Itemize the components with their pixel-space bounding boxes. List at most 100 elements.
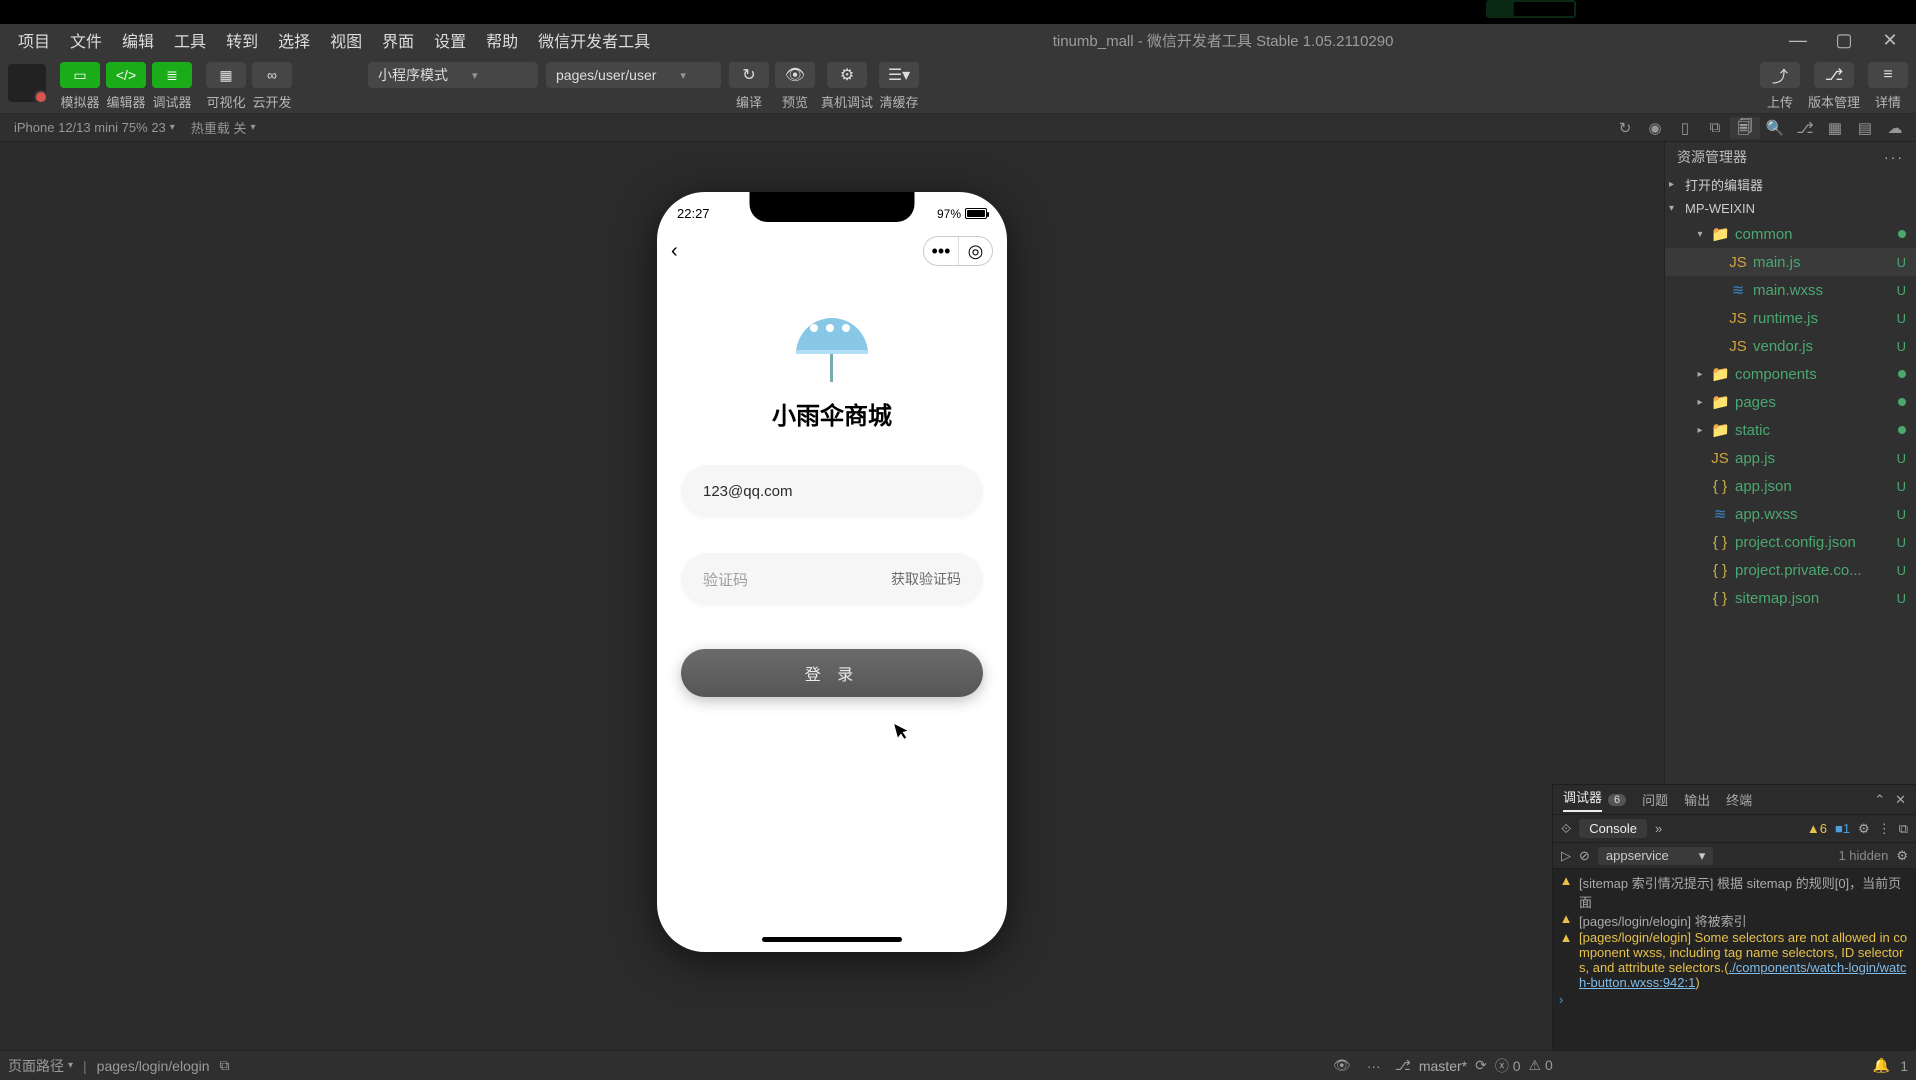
inspect-icon[interactable]: ⟐ [1561, 821, 1571, 837]
more-tabs-icon[interactable]: » [1655, 821, 1662, 836]
window-maximize-icon[interactable]: ▢ [1832, 30, 1856, 51]
git-branch-icon[interactable]: ⎇ [1395, 1057, 1411, 1074]
cloud-toggle[interactable]: ∞ [252, 62, 292, 88]
console-settings-icon[interactable]: ⚙ [1896, 848, 1908, 864]
tree-folder[interactable]: ▾📁common [1665, 220, 1916, 248]
get-code-link[interactable]: 获取验证码 [891, 569, 961, 589]
version-button[interactable]: ⎇ [1814, 62, 1854, 88]
tree-file[interactable]: JSapp.jsU [1665, 444, 1916, 472]
console-scope-select[interactable]: appservice ▾ [1598, 847, 1713, 865]
open-editors-section[interactable]: ▸ 打开的编辑器 [1665, 172, 1916, 196]
tree-file[interactable]: JSruntime.jsU [1665, 304, 1916, 332]
chevron-right-icon: ▸ [1695, 425, 1705, 436]
tab-console[interactable]: Console [1579, 819, 1647, 838]
extensions-icon[interactable]: ▦ [1820, 119, 1850, 137]
tree-file[interactable]: { }project.config.jsonU [1665, 528, 1916, 556]
page-path-status[interactable]: 页面路径 ▾ [8, 1056, 73, 1076]
tab-debugger[interactable]: 调试器 [1563, 787, 1602, 812]
code-field[interactable]: 验证码 获取验证码 [681, 553, 983, 605]
tree-file[interactable]: JSmain.jsU [1665, 248, 1916, 276]
bell-icon[interactable]: 🔔 [1873, 1057, 1890, 1074]
upload-button[interactable]: ⤴ [1760, 62, 1800, 88]
menu-file[interactable]: 文件 [60, 26, 112, 54]
tree-file[interactable]: { }sitemap.jsonU [1665, 584, 1916, 612]
menu-help[interactable]: 帮助 [476, 26, 528, 54]
preview-button[interactable]: 👁 [775, 62, 815, 88]
menu-project[interactable]: 项目 [8, 26, 60, 54]
email-field[interactable]: 123@qq.com [681, 465, 983, 517]
simulator-toggle[interactable]: ▭ [60, 62, 100, 88]
details-button[interactable]: ≡ [1868, 62, 1908, 88]
close-panel-icon[interactable]: ✕ [1895, 792, 1906, 808]
record-icon[interactable]: ◉ [1640, 119, 1670, 137]
tree-file[interactable]: { }app.jsonU [1665, 472, 1916, 500]
device-select[interactable]: iPhone 12/13 mini 75% 23 ▾ [6, 120, 183, 135]
capsule-menu-icon[interactable]: ••• [924, 237, 958, 265]
menu-edit[interactable]: 编辑 [112, 26, 164, 54]
explorer-icon[interactable]: 🗐 [1730, 117, 1760, 139]
tree-folder[interactable]: ▸📁pages [1665, 388, 1916, 416]
menu-settings[interactable]: 设置 [424, 26, 476, 54]
devtools-settings-icon[interactable]: ⚙ [1858, 821, 1870, 837]
info-count[interactable]: ■1 [1835, 821, 1850, 836]
capsule-close-icon[interactable]: ◎ [958, 237, 992, 265]
git-branch-name[interactable]: master* [1419, 1058, 1467, 1074]
tab-problems[interactable]: 问题 [1642, 790, 1668, 809]
page-path-select[interactable]: pages/user/user ▾ [546, 62, 721, 88]
console-source-link[interactable]: ./components/watch-login/watch-button.wx… [1579, 960, 1906, 990]
menu-interface[interactable]: 界面 [372, 26, 424, 54]
compile-button[interactable]: ↻ [729, 62, 769, 88]
menu-goto[interactable]: 转到 [216, 26, 268, 54]
popout-icon[interactable]: ⧉ [1700, 119, 1730, 136]
clear-console-icon[interactable]: ⊘ [1579, 848, 1590, 864]
warning-count[interactable]: ⚠ 0 [1529, 1057, 1553, 1074]
menu-select[interactable]: 选择 [268, 26, 320, 54]
window-minimize-icon[interactable]: — [1786, 30, 1810, 51]
window-close-icon[interactable]: ✕ [1878, 30, 1902, 51]
tree-file[interactable]: ≋main.wxssU [1665, 276, 1916, 304]
back-icon[interactable]: ‹ [671, 240, 678, 263]
warn-count[interactable]: ▲6 [1807, 821, 1827, 836]
menu-tools[interactable]: 工具 [164, 26, 216, 54]
login-button[interactable]: 登 录 [681, 649, 983, 697]
account-avatar[interactable] [8, 64, 46, 102]
sync-icon[interactable]: ⟳ [1475, 1057, 1487, 1074]
eye-status-icon[interactable]: 👁 [1331, 1057, 1353, 1074]
devtools-dock-icon[interactable]: ⧉ [1899, 821, 1908, 837]
search-icon[interactable]: 🔍 [1760, 119, 1790, 137]
console-body[interactable]: ▲[sitemap 索引情况提示] 根据 sitemap 的规则[0]，当前页面… [1553, 869, 1916, 1050]
clear-cache-button[interactable]: ☰▾ [879, 62, 919, 88]
tab-terminal[interactable]: 终端 [1726, 790, 1752, 809]
collapse-icon[interactable]: ⌃ [1874, 792, 1885, 808]
tree-folder[interactable]: ▸📁components [1665, 360, 1916, 388]
cloud-small-icon[interactable]: ☁ [1880, 119, 1910, 137]
copy-icon[interactable]: ⧉ [220, 1057, 230, 1074]
menu-wxdevtool[interactable]: 微信开发者工具 [528, 26, 660, 54]
devtools-more-icon[interactable]: ⋮ [1878, 821, 1891, 837]
compile-mode-select[interactable]: 小程序模式 ▾ [368, 62, 538, 88]
tree-file[interactable]: { }project.private.co...U [1665, 556, 1916, 584]
menu-view[interactable]: 视图 [320, 26, 372, 54]
console-prompt[interactable]: › [1553, 990, 1916, 1009]
git-status-badge: U [1897, 311, 1906, 326]
play-icon[interactable]: ▷ [1561, 848, 1571, 864]
hot-reload-select[interactable]: 热重载 关 ▾ [183, 118, 264, 137]
tab-output[interactable]: 输出 [1684, 790, 1710, 809]
folder-green-icon: 📁 [1711, 365, 1729, 383]
tree-folder[interactable]: ▸📁static [1665, 416, 1916, 444]
source-control-icon[interactable]: ⎇ [1790, 119, 1820, 137]
tree-file[interactable]: ≋app.wxssU [1665, 500, 1916, 528]
hidden-count[interactable]: 1 hidden [1838, 848, 1888, 863]
editor-toggle[interactable]: </> [106, 62, 146, 88]
phone-icon[interactable]: ▯ [1670, 119, 1700, 137]
remote-debug-button[interactable]: ⚙ [827, 62, 867, 88]
more-status-icon[interactable]: ··· [1363, 1058, 1385, 1074]
tree-file[interactable]: JSvendor.jsU [1665, 332, 1916, 360]
debugger-toggle[interactable]: ≣ [152, 62, 192, 88]
card-icon[interactable]: ▤ [1850, 119, 1880, 137]
visual-toggle[interactable]: ▦ [206, 62, 246, 88]
error-count[interactable]: ⓧ 0 [1495, 1056, 1521, 1076]
explorer-more-icon[interactable]: ··· [1884, 149, 1904, 165]
reload-icon[interactable]: ↻ [1610, 119, 1640, 137]
project-root-section[interactable]: ▾ MP-WEIXIN [1665, 196, 1916, 220]
